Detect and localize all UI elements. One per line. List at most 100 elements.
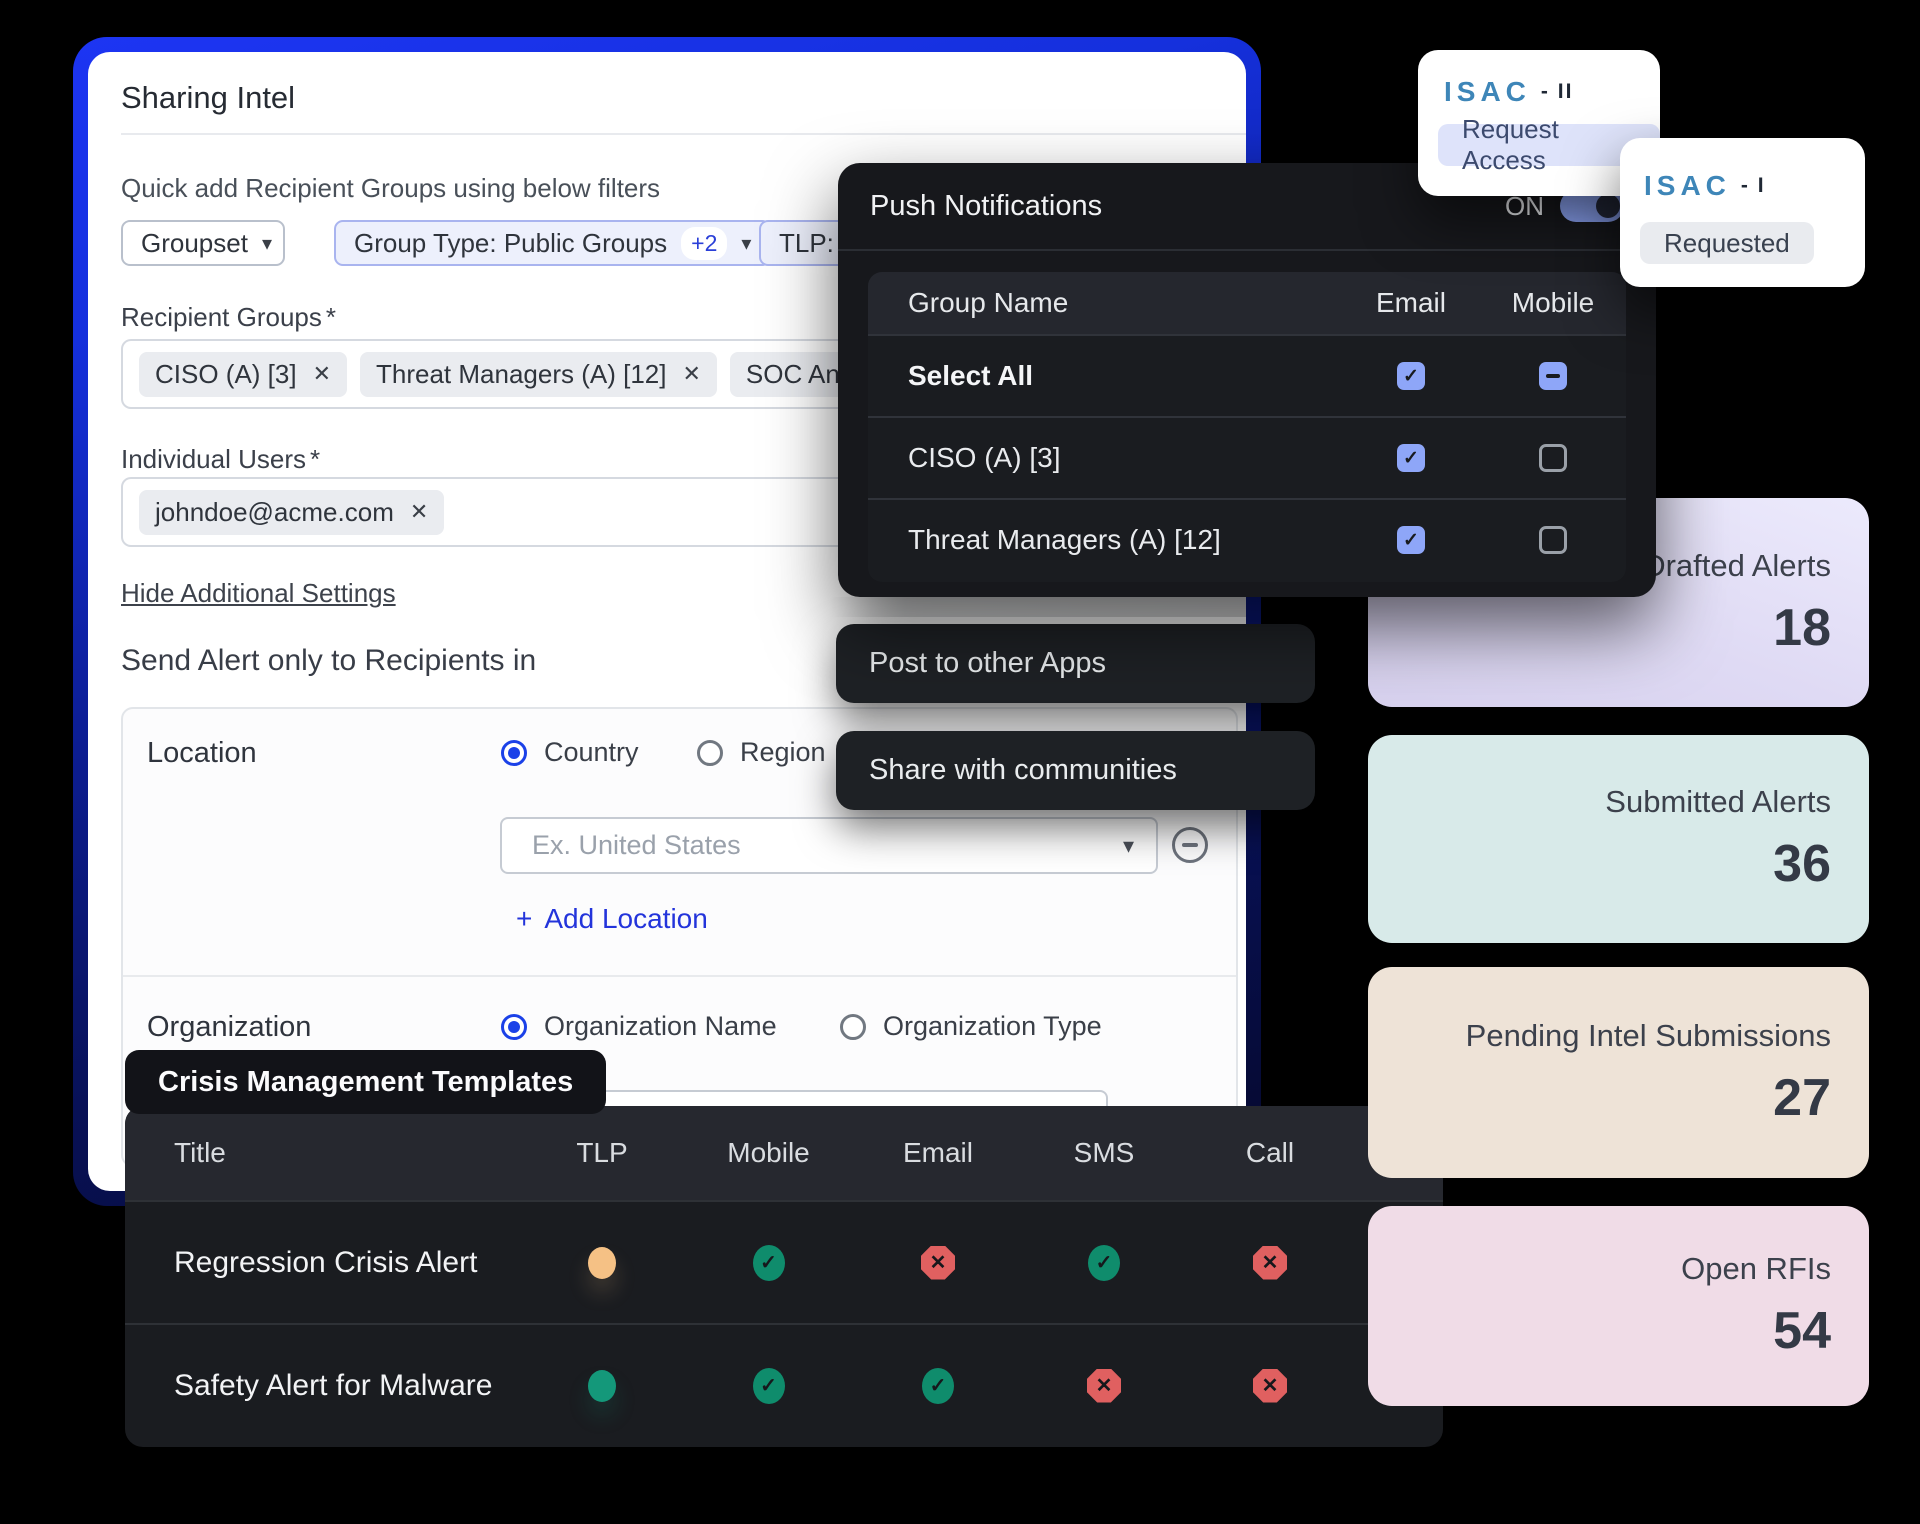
group-type-count-badge: +2 [681,227,727,260]
groupset-filter[interactable]: Groupset ▾ [121,220,285,266]
mobile-status-icon [753,1245,785,1281]
chevron-down-icon: ▾ [1123,833,1134,859]
radio-icon[interactable] [840,1014,866,1040]
col-title: Title [125,1137,527,1169]
recipient-groups-label: Recipient Groups* [121,302,336,333]
title-divider [121,133,1246,135]
col-mobile: Mobile [1482,287,1624,319]
stat-label: Open RFIs [1681,1251,1831,1287]
country-select[interactable]: Ex. United States ▾ [500,817,1158,874]
col-sms: SMS [1016,1137,1192,1169]
groupset-filter-label: Groupset [141,228,248,259]
remove-chip-icon[interactable]: ✕ [313,361,331,387]
call-status-icon [1253,1369,1287,1403]
radio-icon[interactable] [501,1014,527,1040]
radio-organization-type-label: Organization Type [883,1011,1102,1042]
hide-additional-settings-link[interactable]: Hide Additional Settings [121,578,396,609]
radio-country-label: Country [544,737,639,768]
remove-location-button[interactable] [1172,827,1208,863]
email-checkbox[interactable] [1397,444,1425,472]
add-location-link[interactable]: + Add Location [516,903,708,935]
table-row[interactable]: Regression Crisis Alert [125,1200,1443,1323]
country-select-placeholder: Ex. United States [532,830,741,861]
organization-label: Organization [147,1011,311,1044]
stat-value: 27 [1773,1068,1831,1128]
group-type-filter-label: Group Type: Public Groups [354,228,667,259]
email-checkbox[interactable] [1397,526,1425,554]
crisis-templates-title: Crisis Management Templates [125,1050,606,1114]
recipient-chip: Threat Managers (A) [12] ✕ [360,352,717,397]
email-checkbox[interactable] [1397,362,1425,390]
user-chip: johndoe@acme.com ✕ [139,490,444,535]
stat-card-submitted-alerts[interactable]: Submitted Alerts 36 [1368,735,1869,943]
section-divider [123,975,1236,977]
push-notifications-panel: Push Notifications ON Group Name Email M… [838,163,1656,597]
screen: Sharing Intel Quick add Recipient Groups… [0,0,1920,1524]
required-mark: * [310,444,320,474]
chevron-down-icon: ▾ [741,231,751,256]
remove-chip-icon[interactable]: ✕ [410,499,428,525]
isac-logo: ISAC [1444,76,1531,108]
push-panel-title: Push Notifications [870,190,1102,223]
col-mobile: Mobile [677,1137,860,1169]
isac-i-card: ISAC - I Requested [1620,138,1865,287]
post-to-other-apps-button[interactable]: Post to other Apps [836,624,1315,703]
mobile-checkbox[interactable] [1539,526,1567,554]
radio-organization-name[interactable]: Organization Name [501,1011,777,1042]
radio-organization-name-label: Organization Name [544,1011,777,1042]
col-group-name: Group Name [868,287,1340,319]
col-email: Email [860,1137,1016,1169]
stat-label: Submitted Alerts [1605,784,1831,820]
page-title: Sharing Intel [121,80,295,116]
stat-card-pending-intel[interactable]: Pending Intel Submissions 27 [1368,967,1869,1178]
push-groups-table: Group Name Email Mobile Select All CISO … [868,272,1626,582]
push-table-header: Group Name Email Mobile [868,272,1626,334]
required-mark: * [326,302,336,332]
radio-region[interactable]: Region [697,737,826,768]
radio-country[interactable]: Country [501,737,639,768]
isac-logo: ISAC [1644,170,1731,202]
crisis-table-header: Title TLP Mobile Email SMS Call [125,1106,1443,1200]
col-call: Call [1192,1137,1348,1169]
requested-button[interactable]: Requested [1640,222,1814,264]
location-label: Location [147,737,257,770]
table-row[interactable]: Safety Alert for Malware [125,1323,1443,1446]
share-with-communities-button[interactable]: Share with communities [836,731,1315,810]
sms-status-icon [1087,1369,1121,1403]
radio-icon[interactable] [501,740,527,766]
push-row-ciso[interactable]: CISO (A) [3] [868,416,1626,498]
mobile-checkbox[interactable] [1539,444,1567,472]
email-status-icon [922,1368,954,1404]
recipient-chip: CISO (A) [3] ✕ [139,352,347,397]
tlp-dot [588,1247,616,1279]
individual-users-label: Individual Users* [121,444,320,475]
quick-add-label: Quick add Recipient Groups using below f… [121,173,660,204]
push-row-select-all[interactable]: Select All [868,334,1626,416]
mobile-checkbox[interactable] [1539,362,1567,390]
send-alert-heading: Send Alert only to Recipients in [121,644,536,678]
stat-value: 36 [1773,834,1831,894]
isac-suffix: - I [1741,174,1766,198]
radio-region-label: Region [740,737,826,768]
stat-label: Drafted Alerts [1643,548,1831,584]
panel-bottom-strip [830,597,1246,617]
col-tlp: TLP [527,1137,677,1169]
tlp-dot [588,1370,616,1402]
stat-card-open-rfis[interactable]: Open RFIs 54 [1368,1206,1869,1406]
chevron-down-icon: ▾ [262,231,272,256]
email-status-icon [921,1246,955,1280]
radio-icon[interactable] [697,740,723,766]
call-status-icon [1253,1246,1287,1280]
mobile-status-icon [753,1368,785,1404]
remove-chip-icon[interactable]: ✕ [682,361,700,387]
isac-suffix: - II [1541,80,1574,104]
template-title: Regression Crisis Alert [125,1246,527,1280]
group-type-filter[interactable]: Group Type: Public Groups +2 ▾ [334,220,771,266]
stat-value: 18 [1773,598,1831,658]
template-title: Safety Alert for Malware [125,1369,527,1403]
push-row-threat-managers[interactable]: Threat Managers (A) [12] [868,498,1626,580]
radio-organization-type[interactable]: Organization Type [840,1011,1102,1042]
plus-icon: + [516,903,532,935]
stat-label: Pending Intel Submissions [1466,1018,1831,1054]
stat-value: 54 [1773,1301,1831,1361]
